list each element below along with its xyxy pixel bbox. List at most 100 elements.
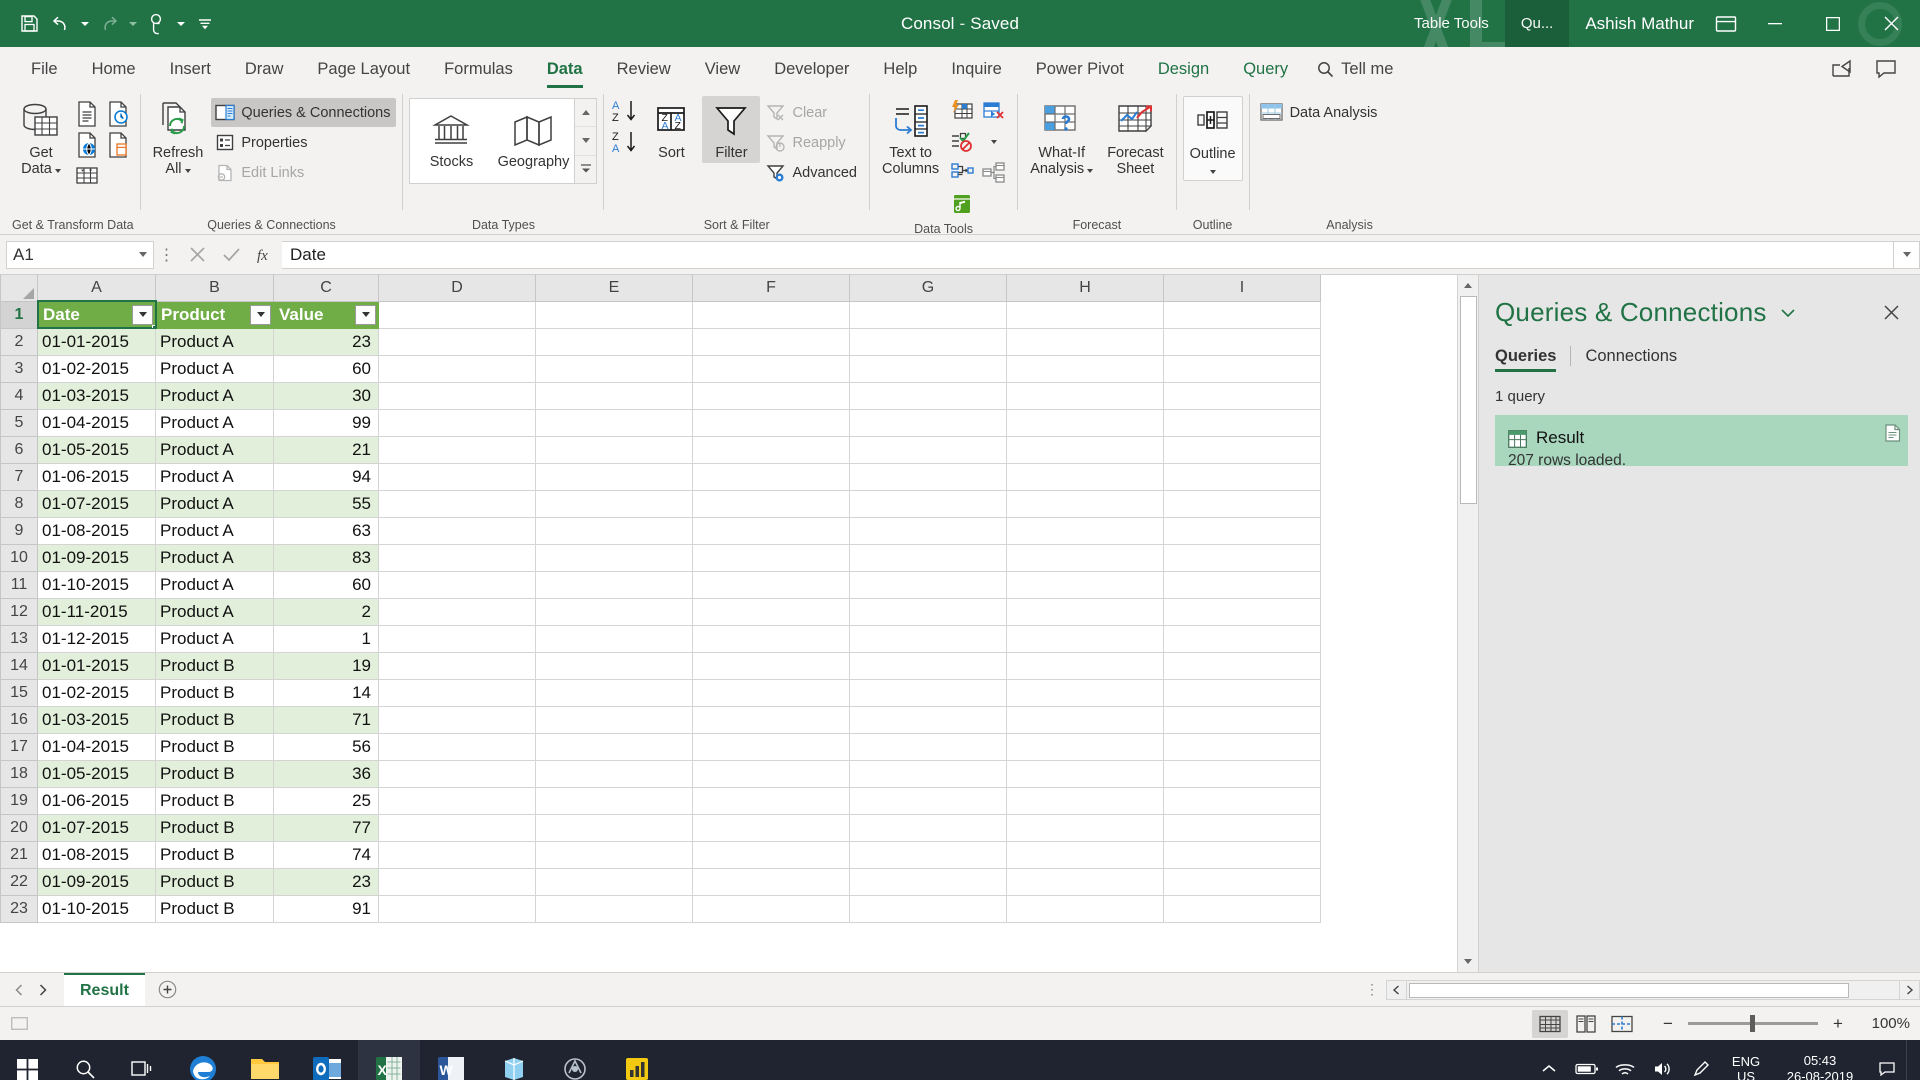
cell-H19[interactable]	[1006, 786, 1164, 815]
queries-pane-close-icon[interactable]	[1876, 298, 1906, 328]
cell-H22[interactable]	[1006, 867, 1164, 896]
cell-F16[interactable]	[692, 705, 850, 734]
tab-inquire[interactable]: Inquire	[934, 50, 1018, 88]
cell-B9[interactable]: Product A	[155, 516, 274, 545]
cell-C21[interactable]: 74	[273, 840, 379, 869]
select-all-button[interactable]	[0, 275, 38, 302]
cell-F14[interactable]	[692, 651, 850, 680]
tab-queries[interactable]: Queries	[1495, 347, 1570, 372]
data-validation-icon[interactable]	[947, 127, 977, 157]
cell-F18[interactable]	[692, 759, 850, 788]
tell-me-box[interactable]: Tell me	[1305, 50, 1405, 88]
refresh-all-button[interactable]: Refresh All	[147, 96, 210, 179]
tab-developer[interactable]: Developer	[757, 50, 866, 88]
add-sheet-button[interactable]	[151, 978, 185, 1002]
cell-G6[interactable]	[849, 435, 1007, 464]
cell-E9[interactable]	[535, 516, 693, 545]
zoom-slider-thumb[interactable]	[1750, 1015, 1755, 1032]
cell-G9[interactable]	[849, 516, 1007, 545]
cell-B20[interactable]: Product B	[155, 813, 274, 842]
cell-H12[interactable]	[1006, 597, 1164, 626]
cell-C17[interactable]: 56	[273, 732, 379, 761]
row-header-4[interactable]: 4	[0, 381, 38, 410]
taskbar-app-power-bi[interactable]	[606, 1040, 668, 1080]
row-header-22[interactable]: 22	[0, 867, 38, 896]
cell-I23[interactable]	[1163, 894, 1321, 923]
cell-E11[interactable]	[535, 570, 693, 599]
cell-E20[interactable]	[535, 813, 693, 842]
show-desktop-button[interactable]	[1906, 1040, 1916, 1080]
cell-C1[interactable]: Value	[273, 300, 379, 329]
start-button[interactable]	[0, 1040, 56, 1080]
cell-C4[interactable]: 30	[273, 381, 379, 410]
cell-D11[interactable]	[378, 570, 536, 599]
tab-data[interactable]: Data	[530, 50, 600, 88]
row-header-6[interactable]: 6	[0, 435, 38, 464]
cell-A14[interactable]: 01-01-2015	[37, 651, 156, 680]
from-recent-sources-icon[interactable]	[103, 99, 133, 129]
pen-icon[interactable]	[1682, 1040, 1720, 1080]
taskbar-app-outlook[interactable]	[296, 1040, 358, 1080]
cell-A17[interactable]: 01-04-2015	[37, 732, 156, 761]
cell-F13[interactable]	[692, 624, 850, 653]
cell-D17[interactable]	[378, 732, 536, 761]
cell-A18[interactable]: 01-05-2015	[37, 759, 156, 788]
sheet-tab-result[interactable]: Result	[64, 973, 145, 1006]
cell-B8[interactable]: Product A	[155, 489, 274, 518]
column-header-E[interactable]: E	[535, 275, 693, 302]
taskbar-app-edge[interactable]	[172, 1040, 234, 1080]
cell-D19[interactable]	[378, 786, 536, 815]
task-view-icon[interactable]	[114, 1040, 172, 1080]
zoom-out-button[interactable]: −	[1658, 1014, 1678, 1034]
from-text-csv-icon[interactable]	[72, 99, 102, 129]
clear-filter-button[interactable]: Clear	[762, 98, 863, 127]
cell-B6[interactable]: Product A	[155, 435, 274, 464]
cell-H9[interactable]	[1006, 516, 1164, 545]
cell-E23[interactable]	[535, 894, 693, 923]
redo-dropdown-icon[interactable]	[126, 8, 140, 40]
cell-E21[interactable]	[535, 840, 693, 869]
cell-F2[interactable]	[692, 327, 850, 356]
cell-F20[interactable]	[692, 813, 850, 842]
cell-A7[interactable]: 01-06-2015	[37, 462, 156, 491]
touch-mode-dropdown-icon[interactable]	[174, 8, 188, 40]
column-header-H[interactable]: H	[1006, 275, 1164, 302]
query-preview-icon[interactable]	[1884, 424, 1901, 445]
from-table-range-icon[interactable]	[103, 130, 133, 160]
cell-C16[interactable]: 71	[273, 705, 379, 734]
cell-C7[interactable]: 94	[273, 462, 379, 491]
cell-C22[interactable]: 23	[273, 867, 379, 896]
cell-E5[interactable]	[535, 408, 693, 437]
existing-connections-icon[interactable]	[72, 161, 102, 191]
cell-B23[interactable]: Product B	[155, 894, 274, 923]
cell-G17[interactable]	[849, 732, 1007, 761]
cell-I10[interactable]	[1163, 543, 1321, 572]
cell-I3[interactable]	[1163, 354, 1321, 383]
cell-G20[interactable]	[849, 813, 1007, 842]
show-hidden-icons-button[interactable]	[1530, 1040, 1568, 1080]
tab-draw[interactable]: Draw	[228, 50, 301, 88]
consolidate-icon[interactable]	[947, 158, 977, 188]
cell-C9[interactable]: 63	[273, 516, 379, 545]
cell-H2[interactable]	[1006, 327, 1164, 356]
forecast-sheet-button[interactable]: Forecast Sheet	[1101, 96, 1169, 179]
cell-E13[interactable]	[535, 624, 693, 653]
cell-B14[interactable]: Product B	[155, 651, 274, 680]
row-header-10[interactable]: 10	[0, 543, 38, 572]
cell-C6[interactable]: 21	[273, 435, 379, 464]
cell-F10[interactable]	[692, 543, 850, 572]
close-button[interactable]	[1862, 0, 1920, 47]
properties-button[interactable]: Properties	[211, 128, 396, 157]
tab-connections[interactable]: Connections	[1585, 347, 1691, 372]
cell-E22[interactable]	[535, 867, 693, 896]
cell-B10[interactable]: Product A	[155, 543, 274, 572]
row-header-11[interactable]: 11	[0, 570, 38, 599]
cell-A5[interactable]: 01-04-2015	[37, 408, 156, 437]
cell-I21[interactable]	[1163, 840, 1321, 869]
horizontal-scroll-track[interactable]	[1407, 979, 1899, 1000]
cell-D10[interactable]	[378, 543, 536, 572]
sort-descending-icon[interactable]: ZA	[610, 127, 640, 157]
tab-power-pivot[interactable]: Power Pivot	[1019, 50, 1141, 88]
tab-insert[interactable]: Insert	[153, 50, 228, 88]
cell-C5[interactable]: 99	[273, 408, 379, 437]
